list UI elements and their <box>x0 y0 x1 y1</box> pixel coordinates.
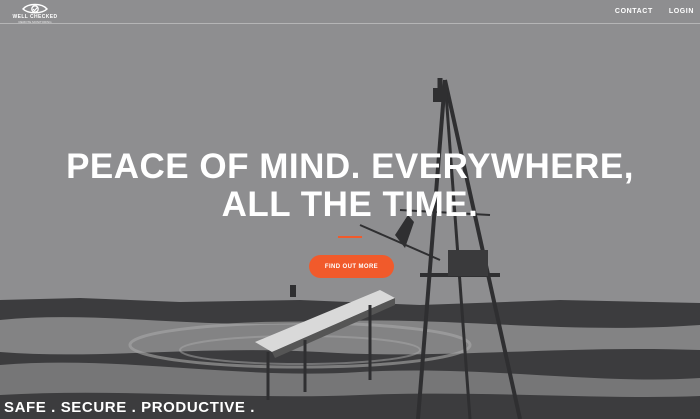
headline-line-1: PEACE OF MIND. EVERYWHERE, <box>66 147 634 186</box>
hero-headline: PEACE OF MIND. EVERYWHERE, ALL THE TIME. <box>0 148 700 224</box>
brand-tagline: REMOTE MONITORING <box>18 20 52 24</box>
headline-line-2: ALL THE TIME. <box>221 185 479 224</box>
nav-contact-link[interactable]: CONTACT <box>615 8 653 15</box>
header-divider <box>0 23 700 24</box>
find-out-more-button[interactable]: FIND OUT MORE <box>309 255 394 278</box>
top-nav: CONTACT LOGIN <box>615 8 694 15</box>
accent-divider <box>338 236 362 238</box>
nav-login-link[interactable]: LOGIN <box>669 8 694 15</box>
hero-section: WELL CHECKED REMOTE MONITORING CONTACT L… <box>0 0 700 419</box>
hero-tagline: SAFE . SECURE . PRODUCTIVE . <box>4 399 255 416</box>
brand-logo[interactable]: WELL CHECKED REMOTE MONITORING <box>8 2 62 28</box>
